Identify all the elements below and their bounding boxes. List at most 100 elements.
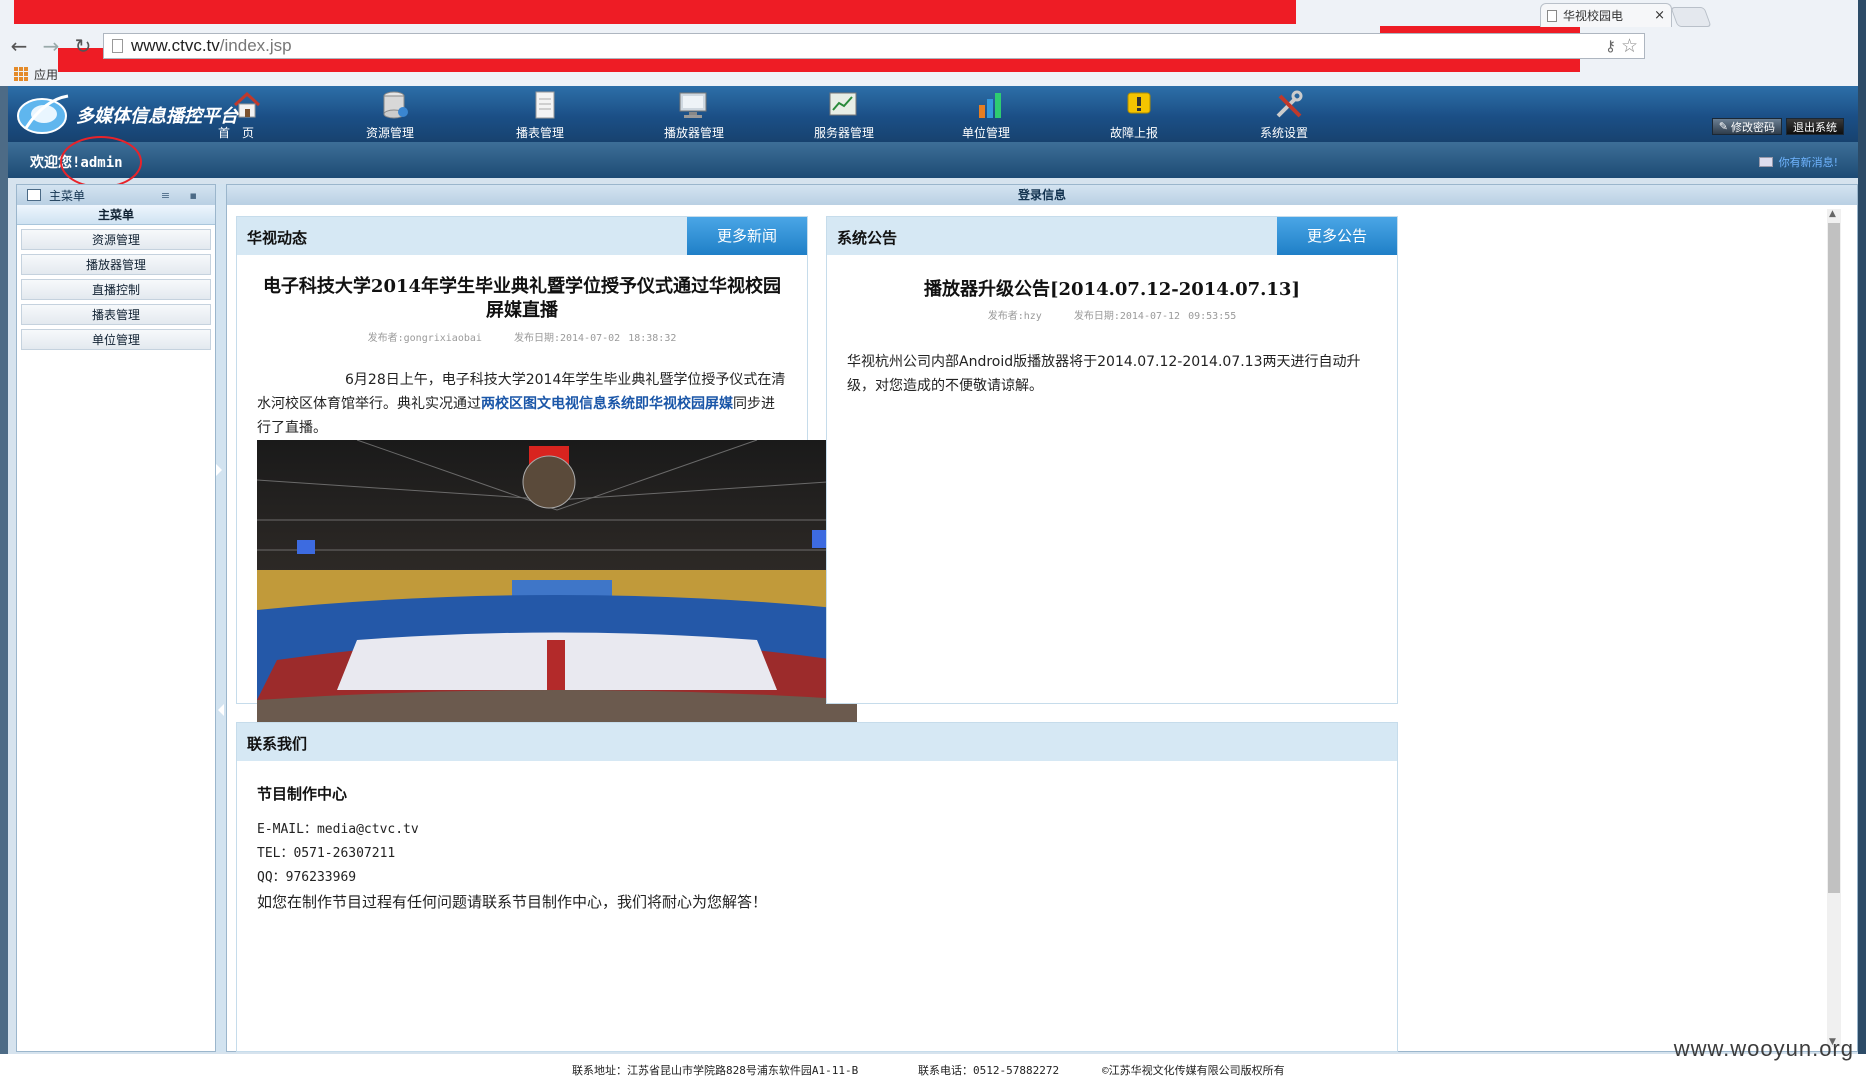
collapse-icon[interactable]: ≡ ▪ [161,189,205,202]
notice-headline[interactable]: 播放器升级公告[2014.07.12-2014.07.13] [827,275,1397,301]
warning-icon [1127,92,1151,114]
address-bar[interactable]: www.ctvc.tv/index.jsp ⚷ ☆ [103,33,1645,59]
contact-panel: 联系我们 节目制作中心 E-MAIL：media@ctvc.tv TEL：057… [236,722,1398,1052]
database-icon [383,91,408,119]
contact-qq: QQ：976233969 [257,870,357,885]
news-panel: 华视动态 更多新闻 电子科技大学2014年学生毕业典礼暨学位授予仪式通过华视校园… [236,216,857,773]
envelope-icon [1758,157,1773,167]
contact-tel: TEL：0571-26307211 [257,846,396,861]
nav-label: 首 页 [218,126,255,140]
logo-icon [17,94,69,134]
footer-phone: 联系电话：0512-57882272 [918,1064,1060,1077]
browser-tab[interactable]: 华视校园电 × [1540,3,1672,27]
nav-label: 系统设置 [1260,126,1309,140]
notice-author: 发布者:hzy [987,311,1042,322]
contact-name: 节目制作中心 [257,785,348,803]
home-icon [233,91,261,118]
sidebar-item-playlist[interactable]: 播表管理 [21,304,211,325]
change-password-button[interactable]: ✎ 修改密码 [1711,118,1782,135]
contact-note: 如您在制作节目过程有任何问题请联系节目制作中心，我们将耐心为您解答！ [257,893,768,911]
apps-bookmark[interactable]: 应用 [34,66,58,83]
main-header: 登录信息 [227,185,1857,205]
page-footer: 联系地址：江苏省昆山市学院路828号浦东软件园A1-11-B 联系电话：0512… [0,1054,1866,1080]
new-tab-button[interactable] [1670,7,1712,27]
document-icon [535,91,555,119]
new-message-link[interactable]: 你有新消息! [1758,154,1838,170]
header-buttons: ✎ 修改密码 退出系统 [1711,118,1844,135]
reload-icon[interactable]: ↻ [70,33,96,59]
contact-email: E-MAIL：media@ctvc.tv [257,822,419,837]
window-left-edge [0,86,8,1054]
app-title: 多媒体信息播控平台 [76,106,238,127]
close-icon[interactable]: × [1654,8,1665,23]
news-date: 发布日期:2014-07-02 18:38:32 [513,333,677,344]
watermark: www.wooyun.org [1673,1036,1854,1061]
url-path: /index.jsp [219,36,292,55]
key-icon[interactable]: ⚷ [1605,37,1616,55]
new-message-label: 你有新消息! [1778,156,1838,169]
news-body-link[interactable]: 两校区图文电视信息系统即华视校园屏媒 [481,396,733,412]
nav-player[interactable]: 播放器管理 [664,88,774,142]
nav-settings[interactable]: 系统设置 [1260,88,1370,142]
sidebar-splitter[interactable] [216,184,226,1052]
bar-chart-icon [979,93,1001,118]
main-scrollbar[interactable]: ▲ ▼ [1827,209,1841,1047]
scroll-up-icon[interactable]: ▲ [1829,209,1836,219]
nav-server[interactable]: 服务器管理 [814,88,924,142]
news-meta: 发布者:gongrixiaobai 发布日期:2014-07-02 18:38:… [237,329,807,344]
footer-copyright: ©江苏华视文化传媒有限公司版权所有 [1102,1064,1285,1077]
news-body: 6月28日上午，电子科技大学2014年学生毕业典礼暨学位授予仪式在清水河校区体育… [257,368,787,440]
browser-toolbar: ← → ↻ www.ctvc.tv/index.jsp ⚷ ☆ [0,30,1645,62]
logout-label: 退出系统 [1793,120,1837,134]
nav-label: 故障上报 [1110,126,1159,140]
nav-label: 单位管理 [962,126,1011,140]
sidebar-item-player[interactable]: 播放器管理 [21,254,211,275]
news-panel-title: 华视动态 [247,229,308,247]
app-header: 多媒体信息播控平台 首 页 资源管理 播表管理 播放器管理 服务器管理 单位管理… [8,86,1858,142]
news-author: 发布者:gongrixiaobai [367,333,482,344]
sidebar: 主菜单 ≡ ▪ 主菜单 资源管理 播放器管理 直播控制 播表管理 单位管理 [16,184,216,1052]
bookmarks-bar: 应用 [0,62,1866,86]
sidebar-item-resource[interactable]: 资源管理 [21,229,211,250]
main-panel: 登录信息 华视动态 更多新闻 电子科技大学2014年学生毕业典礼暨学位授予仪式通… [226,184,1858,1052]
window-right-edge [1858,0,1866,1054]
welcome-bar: 欢迎您!admin 你有新消息! [8,142,1858,178]
monitor-icon [679,92,707,118]
page-icon [112,39,123,53]
annotation-circle [60,136,142,188]
apps-grid-icon[interactable] [14,67,28,81]
bookmark-star-icon[interactable]: ☆ [1621,35,1638,57]
logout-button[interactable]: 退出系统 [1786,118,1844,135]
collapse-arrow-icon[interactable] [218,704,224,716]
nav-label: 服务器管理 [814,126,875,140]
page-favicon-icon [1547,9,1557,22]
sidebar-item-unit[interactable]: 单位管理 [21,329,211,350]
sidebar-subheader: 主菜单 [17,205,215,225]
tab-title: 华视校园电 [1563,9,1624,23]
scrollbar-thumb[interactable] [1828,223,1840,893]
nav-unit[interactable]: 单位管理 [962,88,1072,142]
news-panel-header: 华视动态 更多新闻 [237,217,807,255]
url-host: www.ctvc.tv [131,36,220,55]
nav-label: 播放器管理 [664,126,725,140]
expand-arrow-icon[interactable] [216,464,222,476]
contact-panel-header: 联系我们 [237,723,1397,761]
nav-home[interactable]: 首 页 [218,88,328,142]
back-arrow-icon[interactable]: ← [6,33,32,59]
contact-panel-title: 联系我们 [247,735,308,753]
notice-body: 华视杭州公司内部Android版播放器将于2014.07.12-2014.07.… [847,354,1361,394]
notice-panel-title: 系统公告 [837,229,898,247]
sidebar-title: 主菜单 [49,188,86,203]
server-chart-icon [829,92,857,116]
menu-icon [27,189,41,201]
forward-arrow-icon[interactable]: → [38,33,64,59]
nav-resource[interactable]: 资源管理 [366,88,476,142]
more-notice-button[interactable]: 更多公告 [1277,217,1397,255]
news-headline[interactable]: 电子科技大学2014年学生毕业典礼暨学位授予仪式通过华视校园屏媒直播 [257,275,787,323]
nav-playlist[interactable]: 播表管理 [516,88,626,142]
more-news-button[interactable]: 更多新闻 [687,217,807,255]
nav-fault-report[interactable]: 故障上报 [1110,88,1220,142]
sidebar-item-live-control[interactable]: 直播控制 [21,279,211,300]
footer-address: 联系地址：江苏省昆山市学院路828号浦东软件园A1-11-B [572,1064,859,1077]
pencil-icon: ✎ [1718,120,1728,133]
